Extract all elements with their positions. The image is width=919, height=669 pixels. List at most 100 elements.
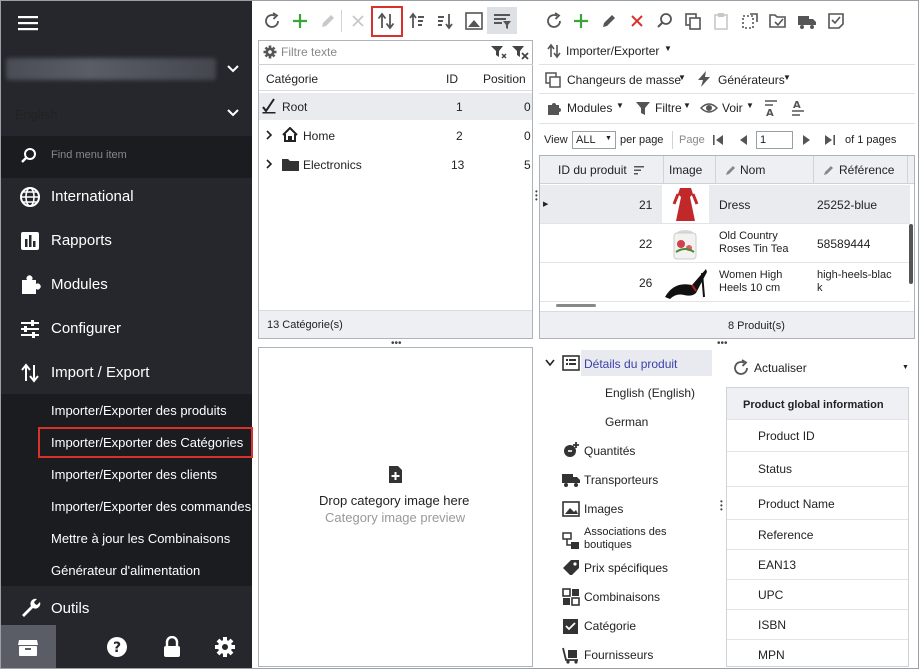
help-icon[interactable]: ?	[106, 636, 128, 658]
col-category[interactable]: Catégorie	[266, 72, 318, 86]
filter-text-placeholder[interactable]: Filtre texte	[281, 45, 337, 59]
submenu-item-orders[interactable]: Importer/Exporter des commandes	[51, 499, 251, 514]
col-name[interactable]: Nom	[740, 163, 765, 177]
nav-outils[interactable]: Outils	[0, 586, 252, 626]
sort-za-icon[interactable]: A	[790, 99, 806, 117]
category-position: 0	[524, 100, 531, 114]
expand-arrow-icon[interactable]	[264, 159, 274, 169]
nav-rapports[interactable]: Rapports	[0, 219, 252, 263]
first-page-icon[interactable]	[712, 134, 724, 146]
lock-icon[interactable]	[162, 636, 182, 658]
refresh-button[interactable]: Actualiser	[754, 361, 807, 375]
property-row[interactable]: Reference	[727, 520, 908, 550]
category-name[interactable]: Home	[303, 129, 335, 143]
tree-item-quantities[interactable]: Quantités	[584, 444, 635, 458]
menu-toggle[interactable]	[0, 0, 252, 48]
shop-selector[interactable]	[0, 48, 252, 92]
table-row[interactable]: ▶ 21 Dress 25252-blue	[540, 185, 910, 224]
col-product-id[interactable]: ID du produit	[558, 163, 627, 177]
property-row[interactable]: Product ID	[727, 420, 908, 452]
col-position[interactable]: Position	[483, 72, 526, 86]
gear-icon[interactable]	[214, 636, 236, 658]
language-selector[interactable]: English	[0, 92, 252, 136]
col-reference[interactable]: Référence	[839, 163, 894, 177]
delete-icon[interactable]	[628, 12, 646, 30]
tree-item-shop-associations[interactable]: Associations des boutiques	[584, 526, 694, 552]
tree-item-product-details[interactable]: Détails du produit	[584, 357, 677, 371]
splitter-handle[interactable]: •••	[720, 498, 723, 514]
truck-icon[interactable]	[797, 12, 817, 30]
tree-item-suppliers[interactable]: Fournisseurs	[584, 648, 653, 662]
col-id[interactable]: ID	[446, 72, 458, 86]
horizontal-scrollbar[interactable]	[556, 304, 596, 307]
property-label: MPN	[758, 648, 785, 662]
view-menu[interactable]: Voir	[722, 101, 743, 115]
page-size-select[interactable]: ALL ▼	[572, 131, 616, 149]
col-image[interactable]: Image	[669, 163, 702, 177]
tree-item-combinations[interactable]: Combinaisons	[584, 590, 660, 604]
move-up-icon[interactable]	[408, 12, 426, 30]
sort-az-icon[interactable]: A	[763, 99, 779, 117]
add-icon[interactable]	[291, 12, 309, 30]
filter-icon[interactable]	[490, 44, 508, 60]
splitter-handle[interactable]: •••	[535, 188, 538, 204]
next-page-icon[interactable]	[801, 134, 813, 146]
vertical-scrollbar[interactable]	[909, 224, 913, 284]
splitter-handle[interactable]: •••	[717, 339, 728, 349]
table-row[interactable]: 22 Old Country Roses Tin Tea 58589444	[540, 224, 910, 263]
nav-modules[interactable]: Modules	[0, 263, 252, 307]
move-to-folder-icon[interactable]	[769, 12, 787, 30]
property-row[interactable]: MPN	[727, 640, 908, 666]
expand-arrow-icon[interactable]	[264, 130, 274, 140]
tree-item-category[interactable]: Catégorie	[584, 619, 636, 633]
refresh-icon[interactable]	[263, 12, 281, 30]
filter-clear-icon[interactable]	[511, 44, 529, 60]
lightning-icon	[697, 71, 711, 87]
search-icon[interactable]	[656, 12, 674, 30]
property-row[interactable]: UPC	[727, 580, 908, 610]
property-row[interactable]: EAN13	[727, 550, 908, 580]
category-name[interactable]: Electronics	[303, 158, 362, 172]
image-icon[interactable]	[465, 12, 483, 30]
select-icon[interactable]	[741, 12, 759, 30]
last-page-icon[interactable]	[824, 134, 836, 146]
tree-item-specific-prices[interactable]: Prix spécifiques	[584, 561, 668, 575]
nav-import-export[interactable]: Import / Export	[0, 351, 252, 395]
submenu-item-customers[interactable]: Importer/Exporter des clients	[51, 467, 217, 482]
nav-international[interactable]: International	[0, 175, 252, 219]
filter-menu[interactable]: Filtre	[655, 101, 682, 115]
submenu-item-feed-generator[interactable]: Générateur d'alimentation	[51, 563, 200, 578]
nav-configurer[interactable]: Configurer	[0, 307, 252, 351]
tree-item-lang-english[interactable]: English (English)	[605, 386, 695, 400]
move-down-icon[interactable]	[436, 12, 454, 30]
paste-icon[interactable]	[712, 12, 730, 30]
prev-page-icon[interactable]	[737, 134, 749, 146]
tree-item-carriers[interactable]: Transporteurs	[584, 473, 658, 487]
submenu-item-combinations[interactable]: Mettre à jour les Combinaisons	[51, 531, 230, 546]
dropdown-caret-icon[interactable]: ▼	[902, 364, 909, 371]
copy-icon[interactable]	[684, 12, 702, 30]
checklist-icon[interactable]	[827, 12, 845, 30]
generators-menu[interactable]: Générateurs	[718, 73, 785, 87]
add-icon[interactable]	[572, 12, 590, 30]
tree-item-images[interactable]: Images	[584, 502, 623, 516]
edit-icon[interactable]	[319, 12, 337, 30]
property-row[interactable]: Product Name	[727, 487, 908, 520]
table-row[interactable]: 26 Women High Heels 10 cm high-heels-bla…	[540, 263, 910, 302]
page-input[interactable]: 1	[756, 131, 793, 149]
import-export-menu[interactable]: Importer/Exporter	[566, 44, 659, 58]
property-row[interactable]: ISBN	[727, 610, 908, 640]
modules-menu[interactable]: Modules	[567, 101, 612, 115]
mass-changers-menu[interactable]: Changeurs de masse	[567, 73, 681, 87]
edit-icon[interactable]	[600, 12, 618, 30]
gear-icon[interactable]	[263, 45, 277, 59]
refresh-icon[interactable]	[545, 12, 563, 30]
menu-search[interactable]: Find menu item	[0, 136, 252, 178]
store-button[interactable]	[0, 625, 56, 669]
tree-item-lang-german[interactable]: German	[605, 415, 648, 429]
delete-icon[interactable]	[349, 12, 367, 30]
property-row[interactable]: Status	[727, 452, 908, 487]
submenu-item-products[interactable]: Importer/Exporter des produits	[51, 403, 227, 418]
collapse-arrow-icon[interactable]	[545, 359, 555, 367]
refresh-icon[interactable]	[732, 359, 750, 377]
